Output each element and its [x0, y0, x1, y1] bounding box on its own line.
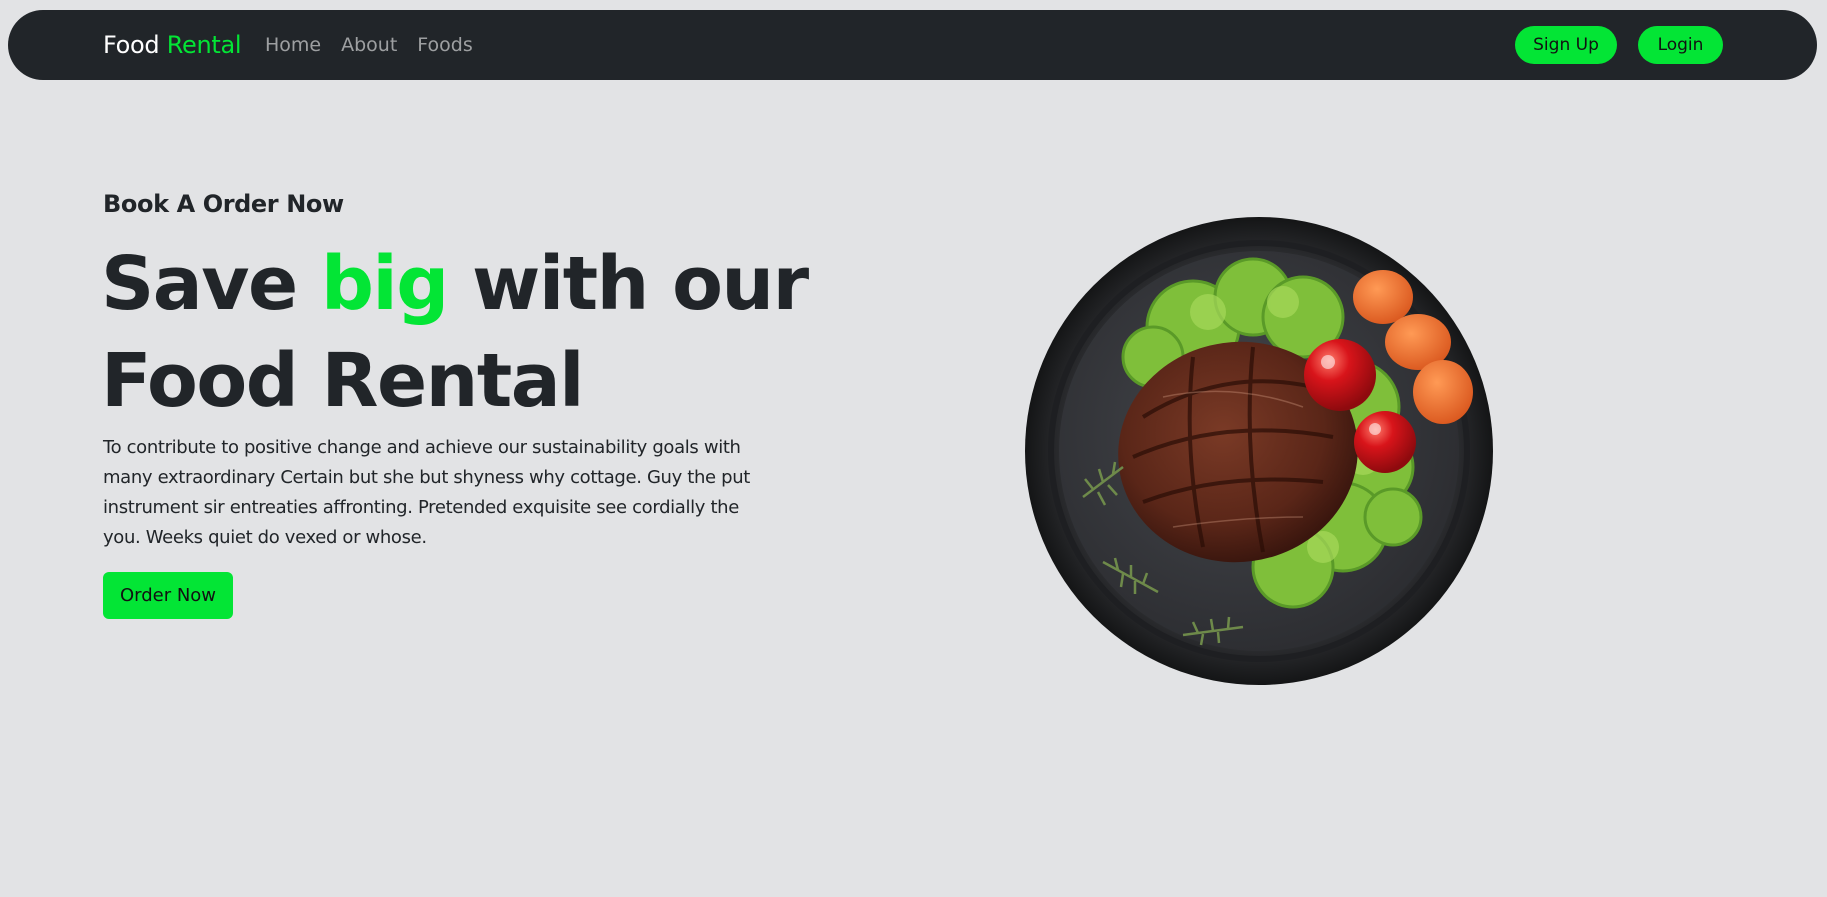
hero-title-accent: big: [320, 241, 449, 327]
hero-description: To contribute to positive change and ach…: [103, 437, 750, 548]
food-plate-image: [1025, 217, 1493, 685]
signup-button[interactable]: Sign Up: [1515, 26, 1617, 64]
navbar: Food Rental Home About Foods Sign Up Log…: [8, 10, 1817, 80]
hero-subtitle: Book A Order Now: [103, 190, 344, 218]
hero-title-part1: Save: [101, 241, 298, 327]
brand-text-food: Food: [103, 31, 160, 59]
hero-title: Save big with our Food Rental: [101, 236, 861, 430]
nav-link-foods[interactable]: Foods: [417, 34, 472, 56]
brand-logo[interactable]: Food Rental: [103, 10, 242, 80]
order-now-button[interactable]: Order Now: [103, 572, 233, 619]
nav-link-home[interactable]: Home: [265, 34, 321, 56]
brand-text-rental: Rental: [166, 31, 242, 59]
nav-links: Home About Foods: [265, 10, 493, 80]
nav-link-about[interactable]: About: [341, 34, 397, 56]
login-button[interactable]: Login: [1638, 26, 1723, 64]
